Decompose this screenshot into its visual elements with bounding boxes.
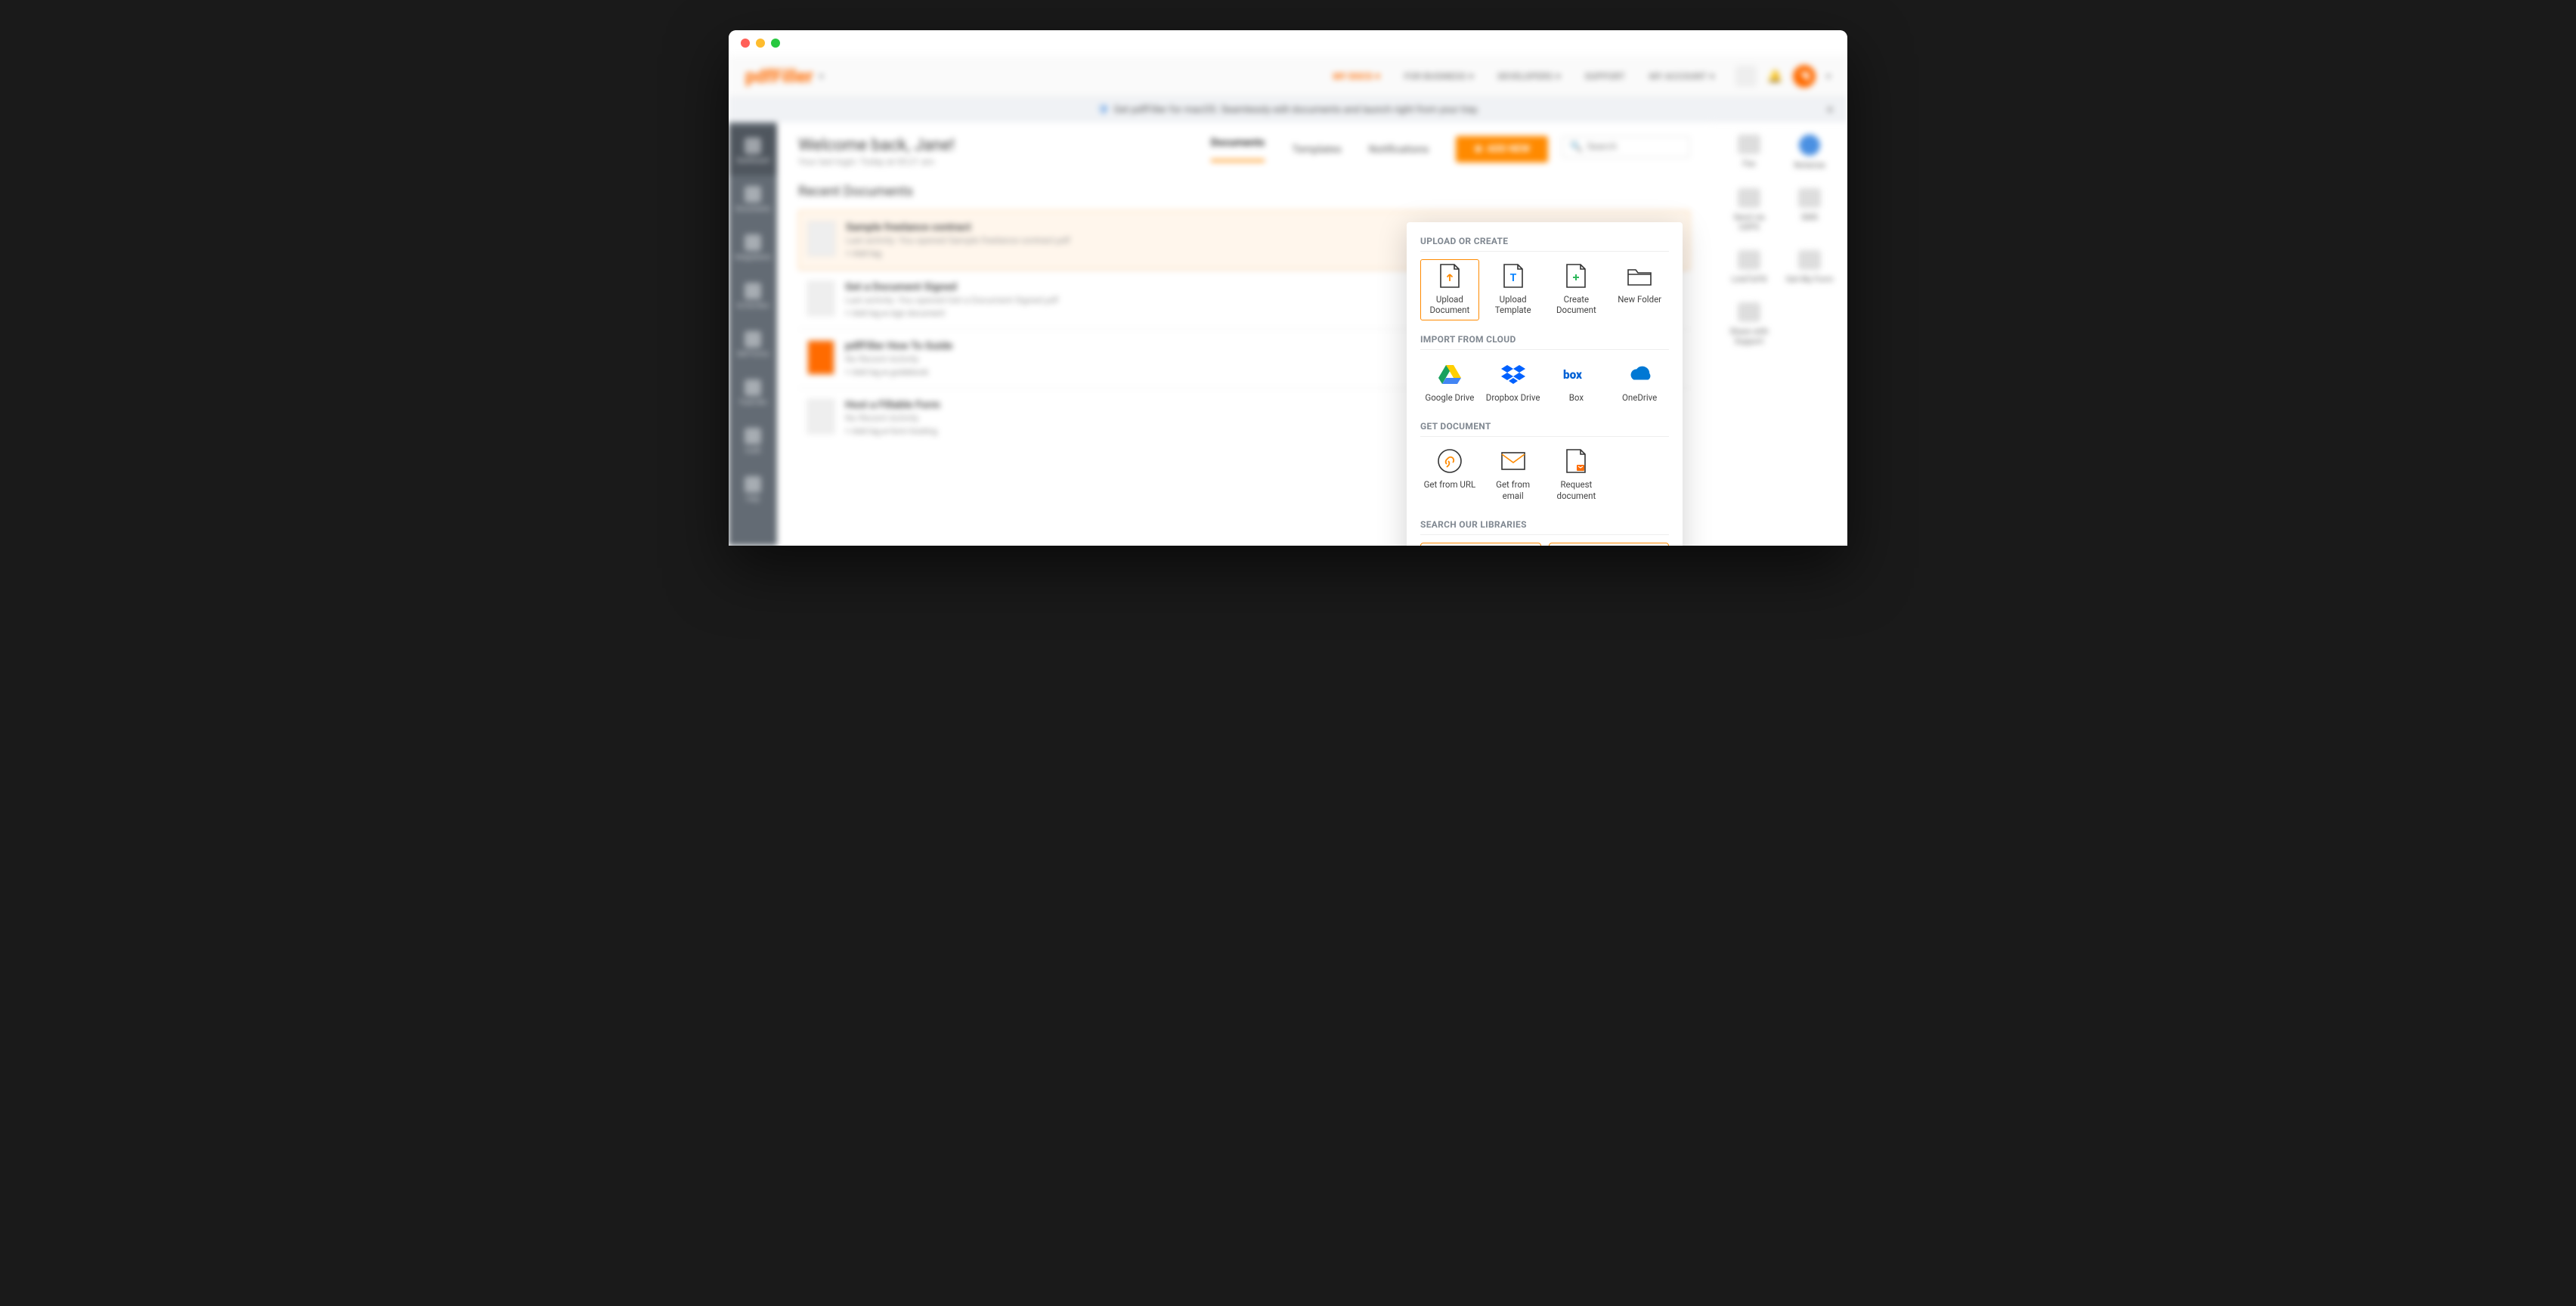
nav-support[interactable]: SUPPORT: [1584, 71, 1625, 82]
template-upload-icon: T: [1500, 264, 1526, 288]
onedrive-icon: [1627, 362, 1652, 386]
doc-thumb-icon: [808, 221, 835, 256]
top-navbar: pdfFiller ▾ MY DOCS ▾ FOR BUSINESS ▾ DEV…: [729, 56, 1847, 97]
add-new-dropdown: UPLOAD OR CREATE Upload Document T Uploa…: [1407, 222, 1683, 546]
brand-logo[interactable]: pdfFiller: [745, 66, 813, 87]
dd-box[interactable]: box Box: [1547, 357, 1606, 407]
folder-icon: [1627, 264, 1652, 288]
tab-templates[interactable]: Templates: [1292, 144, 1342, 156]
sidebar-item-dashboard[interactable]: Dashboard: [729, 127, 777, 175]
logo-chevron-icon: ▾: [819, 71, 824, 82]
svg-text:box: box: [1563, 368, 1582, 382]
banner-close-icon[interactable]: ×: [1826, 102, 1834, 118]
window-titlebar: [729, 30, 1847, 56]
google-drive-icon: [1437, 362, 1463, 386]
doc-thumb-icon: [807, 399, 834, 434]
dd-onedrive[interactable]: OneDrive: [1610, 357, 1669, 407]
window-close-dot[interactable]: [741, 39, 750, 48]
right-actions-panel: Fax Notarize Send via USPS SMS LinkToFil…: [1711, 122, 1847, 546]
sidebar-item-help[interactable]: Help: [729, 466, 777, 514]
action-sms[interactable]: SMS: [1784, 188, 1835, 232]
action-fax[interactable]: Fax: [1723, 135, 1775, 170]
document-create-icon: [1563, 264, 1589, 288]
action-linktofill[interactable]: LinkToFill: [1723, 250, 1775, 284]
bell-icon[interactable]: 🔔: [1767, 69, 1782, 83]
sidebar-item-trashbin[interactable]: Trash Bin: [729, 369, 777, 417]
nav-developers[interactable]: DEVELOPERS ▾: [1497, 71, 1560, 82]
window-zoom-dot[interactable]: [771, 39, 780, 48]
action-getmyform[interactable]: Get My Form: [1784, 250, 1835, 284]
action-notarize[interactable]: Notarize: [1784, 135, 1835, 170]
dd-heading-upload: UPLOAD OR CREATE: [1420, 236, 1669, 252]
lib-legal-documents[interactable]: US Legal Documents: [1549, 543, 1670, 546]
search-box[interactable]: 🔍 Search: [1562, 136, 1690, 158]
dropbox-icon: [1500, 362, 1526, 386]
nav-business[interactable]: FOR BUSINESS ▾: [1404, 71, 1474, 82]
main-tabs: Documents Templates Notifications ⊕ ADD …: [1211, 136, 1548, 162]
dd-heading-cloud: IMPORT FROM CLOUD: [1420, 334, 1669, 350]
shield-icon: 🛡: [1097, 104, 1110, 116]
sidebar-item-sellforms[interactable]: Sell Forms: [729, 320, 777, 369]
sidebar-item-audit[interactable]: Audit: [729, 417, 777, 466]
dd-dropbox[interactable]: Dropbox Drive: [1484, 357, 1543, 407]
add-new-button[interactable]: ⊕ ADD NEW: [1456, 136, 1548, 162]
dd-heading-libraries: SEARCH OUR LIBRARIES: [1420, 519, 1669, 535]
top-nav-links: MY DOCS ▾ FOR BUSINESS ▾ DEVELOPERS ▾ SU…: [1333, 71, 1714, 82]
dd-get-url[interactable]: Get from URL: [1420, 444, 1479, 506]
sidebar-item-integrations[interactable]: Integrations: [729, 224, 777, 272]
welcome-heading: Welcome back, Jane!: [798, 136, 955, 155]
nav-mydocs[interactable]: MY DOCS ▾: [1333, 71, 1380, 82]
action-usps[interactable]: Send via USPS: [1723, 188, 1775, 232]
dd-request-doc[interactable]: Request document: [1547, 444, 1606, 506]
banner-text: Get pdfFiller for macOS. Seamlessly edit…: [1113, 104, 1479, 116]
window-minimize-dot[interactable]: [756, 39, 765, 48]
box-icon: box: [1563, 362, 1589, 386]
email-icon: [1500, 449, 1526, 473]
search-placeholder: Search: [1587, 141, 1617, 153]
avatar-chevron-icon: ▾: [1826, 71, 1831, 82]
dd-upload-template[interactable]: T Upload Template: [1484, 259, 1543, 320]
sidebar-item-documents[interactable]: Documents: [729, 175, 777, 224]
lib-forms-applications[interactable]: Forms & Applications: [1420, 543, 1541, 546]
link-icon: [1437, 449, 1463, 473]
app-window: pdfFiller ▾ MY DOCS ▾ FOR BUSINESS ▾ DEV…: [729, 30, 1847, 546]
left-sidebar: Dashboard Documents Integrations In/Out …: [729, 122, 777, 546]
dd-heading-getdoc: GET DOCUMENT: [1420, 421, 1669, 437]
search-icon: 🔍: [1570, 141, 1582, 153]
dd-google-drive[interactable]: Google Drive: [1420, 357, 1479, 407]
dd-create-document[interactable]: Create Document: [1547, 259, 1606, 320]
doc-thumb-icon: [807, 340, 834, 375]
dd-get-email[interactable]: Get from email: [1484, 444, 1543, 506]
request-document-icon: [1563, 449, 1589, 473]
dd-new-folder[interactable]: New Folder: [1610, 259, 1669, 320]
nav-account[interactable]: MY ACCOUNT ▾: [1649, 71, 1714, 82]
grid-apps-icon[interactable]: [1735, 66, 1757, 87]
avatar[interactable]: ◥: [1793, 65, 1816, 88]
last-login-text: Your last login: Today at 05:21 am: [798, 156, 955, 167]
dd-upload-document[interactable]: Upload Document: [1420, 259, 1479, 320]
tab-notifications[interactable]: Notifications: [1369, 144, 1429, 156]
doc-thumb-icon: [807, 281, 834, 316]
recent-documents-heading: Recent Documents: [798, 184, 1690, 200]
topbar-right-icons: 🔔 ◥ ▾: [1735, 65, 1831, 88]
action-share-support[interactable]: Share with Support: [1723, 302, 1775, 346]
sidebar-item-inoutbox[interactable]: In/Out Box: [729, 272, 777, 320]
svg-text:T: T: [1509, 272, 1516, 284]
promo-banner: 🛡 Get pdfFiller for macOS. Seamlessly ed…: [729, 97, 1847, 122]
tab-documents[interactable]: Documents: [1211, 137, 1265, 162]
document-upload-icon: [1437, 264, 1463, 288]
